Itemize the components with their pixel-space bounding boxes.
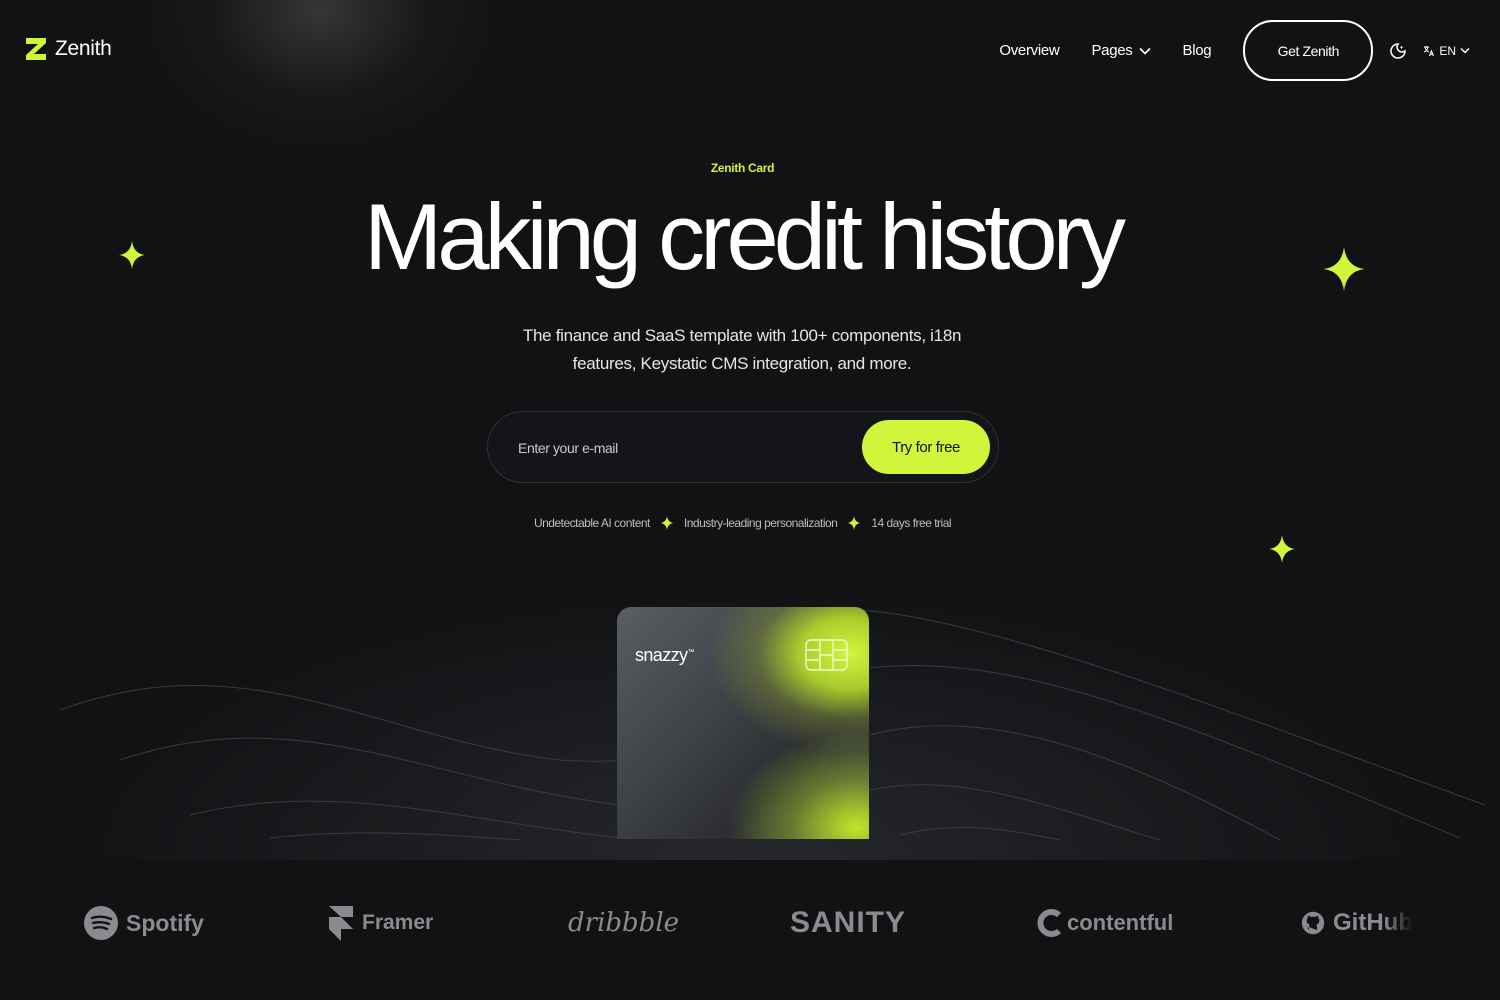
hero-subtitle: The finance and SaaS template with 100+ … [522, 326, 962, 373]
card-brand-name: snazzy [635, 645, 688, 665]
card-brand-trademark: ™ [687, 649, 694, 656]
zenith-logo-icon [26, 38, 46, 60]
sparkle-icon [1269, 535, 1295, 563]
framer-icon [329, 905, 353, 941]
feature-item: Industry-leading personalization [683, 516, 838, 530]
chevron-down-icon [1460, 47, 1470, 54]
logo-text: Zenith [55, 37, 112, 60]
hero-title: Making credit history [364, 184, 1126, 289]
logo-contentful-text: contentful [1067, 910, 1174, 935]
nav-blog[interactable]: Blog [1183, 42, 1212, 59]
logo-github: GitHub [1301, 890, 1413, 956]
sparkle-icon [660, 516, 674, 530]
spotify-icon [84, 906, 118, 940]
sparkle-icon [847, 516, 861, 530]
logo-spotify: Spotify [84, 890, 204, 956]
main-nav: Overview Pages Blog Get Zenith EN [999, 20, 1470, 81]
logo-dribbble-text: dribbble [568, 908, 680, 938]
hero-eyebrow: Zenith Card [710, 161, 775, 175]
feature-item: 14 days free trial [871, 516, 952, 530]
logo[interactable]: Zenith [25, 37, 112, 61]
logo-framer-text: Framer [362, 911, 434, 934]
credit-card-image: snazzy™ [617, 607, 869, 839]
partner-logos: Spotify Framer dribbble SANITY contentfu… [0, 890, 1500, 960]
try-for-free-button[interactable]: Try for free [862, 420, 990, 474]
logo-github-text: GitHub [1333, 909, 1413, 936]
theme-toggle-moon-icon[interactable] [1389, 42, 1407, 60]
feature-list: Undetectable AI content Industry-leading… [0, 516, 1485, 530]
nav-pages[interactable]: Pages [1091, 42, 1151, 59]
signup-form: Try for free [487, 411, 999, 483]
contentful-icon [1037, 909, 1062, 937]
nav-overview[interactable]: Overview [999, 42, 1059, 59]
translate-icon [1424, 45, 1435, 56]
email-input[interactable] [518, 434, 838, 462]
github-icon [1301, 911, 1325, 935]
feature-item: Undetectable AI content [533, 516, 650, 530]
get-zenith-button[interactable]: Get Zenith [1243, 20, 1374, 81]
logo-framer: Framer [328, 890, 433, 956]
nav-blog-label: Blog [1182, 42, 1212, 59]
language-label: EN [1439, 43, 1456, 58]
logo-contentful: contentful [1037, 890, 1173, 956]
logo-sanity: SANITY [790, 890, 906, 956]
language-selector[interactable]: EN [1423, 44, 1470, 58]
card-chip-icon [805, 639, 848, 671]
nav-overview-label: Overview [999, 42, 1060, 59]
logo-dribbble: dribbble [568, 890, 679, 956]
nav-pages-label: Pages [1091, 42, 1133, 59]
logo-sanity-text: SANITY [790, 906, 907, 939]
logo-spotify-text: Spotify [126, 909, 204, 936]
site-header: Zenith Overview Pages Blog Get Zenith EN [0, 0, 1500, 100]
chevron-down-icon [1138, 47, 1151, 55]
card-brand: snazzy™ [635, 645, 694, 666]
